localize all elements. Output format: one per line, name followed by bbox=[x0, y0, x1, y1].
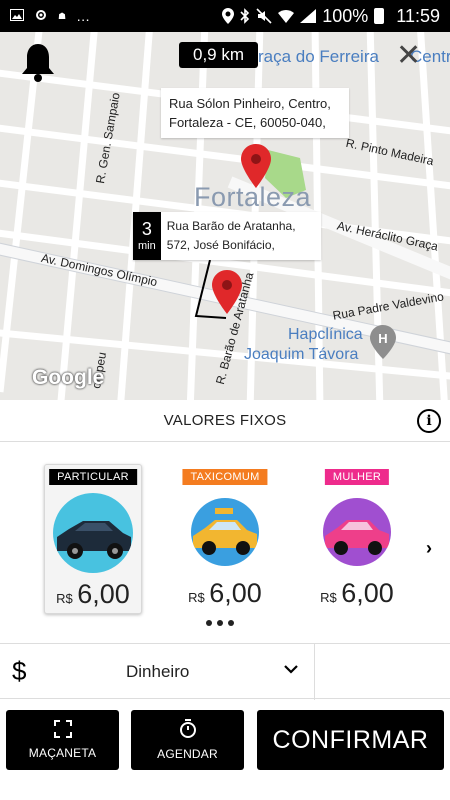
badge-taxicomum: TAXICOMUM bbox=[182, 469, 268, 485]
settings-icon bbox=[34, 8, 48, 25]
currency: R$ bbox=[320, 590, 337, 605]
fixed-values-header: VALORES FIXOS i bbox=[0, 400, 450, 442]
vehicle-card-mulher[interactable]: MULHER R$ 6,00 bbox=[308, 464, 406, 614]
taxi-icon bbox=[191, 498, 259, 566]
eta-time: 3 min bbox=[133, 212, 161, 260]
fixed-values-title: VALORES FIXOS bbox=[163, 412, 287, 429]
bluetooth-icon bbox=[240, 8, 250, 24]
battery-icon bbox=[374, 8, 385, 24]
driver-pin-icon[interactable] bbox=[212, 270, 242, 319]
price-value: 6,00 bbox=[341, 578, 394, 608]
fullscreen-icon bbox=[53, 720, 72, 743]
currency: R$ bbox=[188, 590, 205, 605]
chevron-right-icon[interactable]: › bbox=[426, 538, 432, 559]
close-icon[interactable]: ✕ bbox=[396, 38, 421, 73]
app-icon: ☗ bbox=[58, 10, 67, 21]
driver-address: Rua Barão de Aratanha, 572, José Bonifác… bbox=[166, 219, 296, 252]
distance-badge: 0,9 km bbox=[179, 42, 259, 68]
poi-label: Hapclínica bbox=[288, 326, 363, 343]
signal-icon bbox=[300, 9, 317, 23]
mute-icon bbox=[256, 8, 272, 24]
eta-number: 3 bbox=[141, 219, 152, 239]
macaneta-label: MAÇANETA bbox=[28, 746, 97, 760]
price: R$ 6,00 bbox=[45, 579, 141, 610]
pickup-address[interactable]: Rua Sólon Pinheiro, Centro, Fortaleza - … bbox=[161, 88, 349, 138]
driver-eta-box[interactable]: 3 min Rua Barão de Aratanha, 572, José B… bbox=[133, 212, 321, 260]
poi-label: Joaquim Távora bbox=[244, 346, 359, 363]
wifi-icon bbox=[278, 9, 295, 23]
map-view[interactable]: 0,9 km raça do Ferreira Centr ✕ Rua Sólo… bbox=[0, 32, 450, 400]
badge-mulher: MULHER bbox=[324, 469, 390, 485]
car-icon bbox=[53, 493, 133, 573]
vehicle-card-particular[interactable]: PARTICULAR R$ 6,00 bbox=[44, 464, 142, 614]
confirm-label: CONFIRMAR bbox=[272, 725, 429, 754]
clock: 11:59 bbox=[396, 5, 440, 26]
bell-icon[interactable] bbox=[20, 42, 56, 84]
price-value: 6,00 bbox=[209, 578, 262, 608]
google-logo: Google bbox=[32, 366, 105, 389]
more-dots-icon[interactable] bbox=[206, 620, 234, 626]
price: R$ 6,00 bbox=[176, 578, 274, 609]
street-label: raça do Ferreira bbox=[258, 47, 379, 66]
vehicle-options: PARTICULAR R$ 6,00 TAXICOMUM R$ 6,00 MUL… bbox=[0, 442, 450, 642]
info-icon[interactable]: i bbox=[417, 409, 441, 433]
divider bbox=[314, 644, 315, 700]
agendar-label: AGENDAR bbox=[157, 747, 218, 761]
vehicle-card-taxicomum[interactable]: TAXICOMUM R$ 6,00 bbox=[176, 464, 274, 614]
chevron-down-icon[interactable] bbox=[283, 662, 299, 680]
payment-selector[interactable]: $ Dinheiro bbox=[0, 643, 450, 700]
status-bar: ☗ … 100% 11:59 bbox=[0, 0, 450, 32]
more-icon: … bbox=[76, 8, 91, 24]
confirm-button[interactable]: CONFIRMAR bbox=[257, 710, 444, 770]
payment-method: Dinheiro bbox=[126, 662, 190, 681]
price: R$ 6,00 bbox=[308, 578, 406, 609]
currency: R$ bbox=[56, 591, 73, 606]
svg-text:H: H bbox=[378, 331, 387, 346]
timer-icon bbox=[179, 719, 197, 744]
hospital-icon: H bbox=[370, 325, 396, 364]
eta-unit: min bbox=[138, 240, 156, 252]
car-pink-icon bbox=[323, 498, 391, 566]
location-icon bbox=[222, 8, 235, 24]
image-icon bbox=[10, 8, 24, 24]
badge-particular: PARTICULAR bbox=[49, 469, 137, 485]
pickup-pin-icon[interactable] bbox=[241, 144, 271, 193]
agendar-button[interactable]: AGENDAR bbox=[131, 710, 244, 770]
dollar-icon: $ bbox=[12, 656, 27, 686]
price-value: 6,00 bbox=[77, 579, 130, 609]
macaneta-button[interactable]: MAÇANETA bbox=[6, 710, 119, 770]
battery-percent: 100% bbox=[322, 5, 369, 26]
